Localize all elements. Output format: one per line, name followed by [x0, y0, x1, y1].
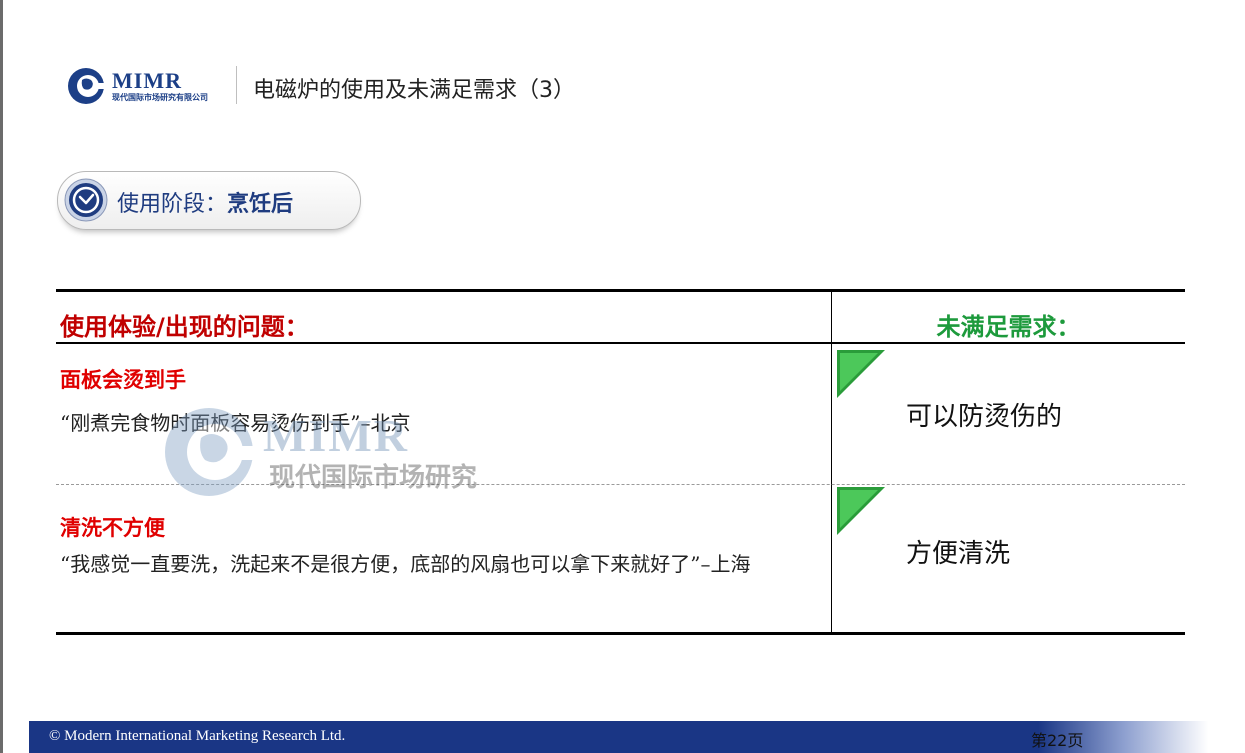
table-header-rule [56, 342, 1185, 344]
table-top-rule [56, 289, 1185, 292]
column-header-issues: 使用体验/出现的问题： [60, 313, 309, 341]
logo-wordmark: MIMR [112, 68, 182, 93]
issue-title: 面板会烫到手 [60, 368, 186, 392]
copyright-text: © Modern International Marketing Researc… [49, 728, 346, 744]
green-triangle-icon [837, 350, 885, 398]
table-bottom-rule [56, 632, 1185, 635]
left-edge-bar [0, 0, 3, 753]
stage-label: 使用阶段：烹饪后 [117, 186, 293, 218]
footer-bar: © Modern International Marketing Researc… [29, 721, 1245, 753]
issue-quote: “我感觉一直要洗，洗起来不是很方便，底部的风扇也可以拿下来就好了”–上海 [60, 552, 751, 576]
table-row-divider [56, 484, 1185, 485]
need-text: 可以防烫伤的 [906, 402, 1063, 432]
logo-subtitle: 现代国际市场研究有限公司 [112, 93, 208, 102]
page-number: 第22页 [1031, 731, 1084, 750]
globe-logo-icon [68, 68, 106, 104]
needs-table: 使用体验/出现的问题： 未满足需求： 面板会烫到手 “刚煮完食物时面板容易烫伤到… [56, 289, 1185, 635]
clock-icon [64, 178, 108, 222]
need-text: 方便清洗 [906, 539, 1011, 569]
stage-pill: 使用阶段：烹饪后 [57, 171, 361, 230]
mimr-logo: MIMR 现代国际市场研究有限公司 [66, 66, 216, 106]
page-title: 电磁炉的使用及未满足需求（3） [253, 78, 575, 103]
column-header-needs: 未满足需求： [936, 313, 1081, 341]
green-triangle-icon [837, 487, 885, 535]
issue-quote: “刚煮完食物时面板容易烫伤到手”–北京 [60, 411, 411, 435]
header-divider [236, 66, 237, 104]
stage-label-text: 使用阶段： [117, 192, 228, 217]
issue-title: 清洗不方便 [60, 516, 165, 540]
stage-value: 烹饪后 [227, 192, 294, 217]
